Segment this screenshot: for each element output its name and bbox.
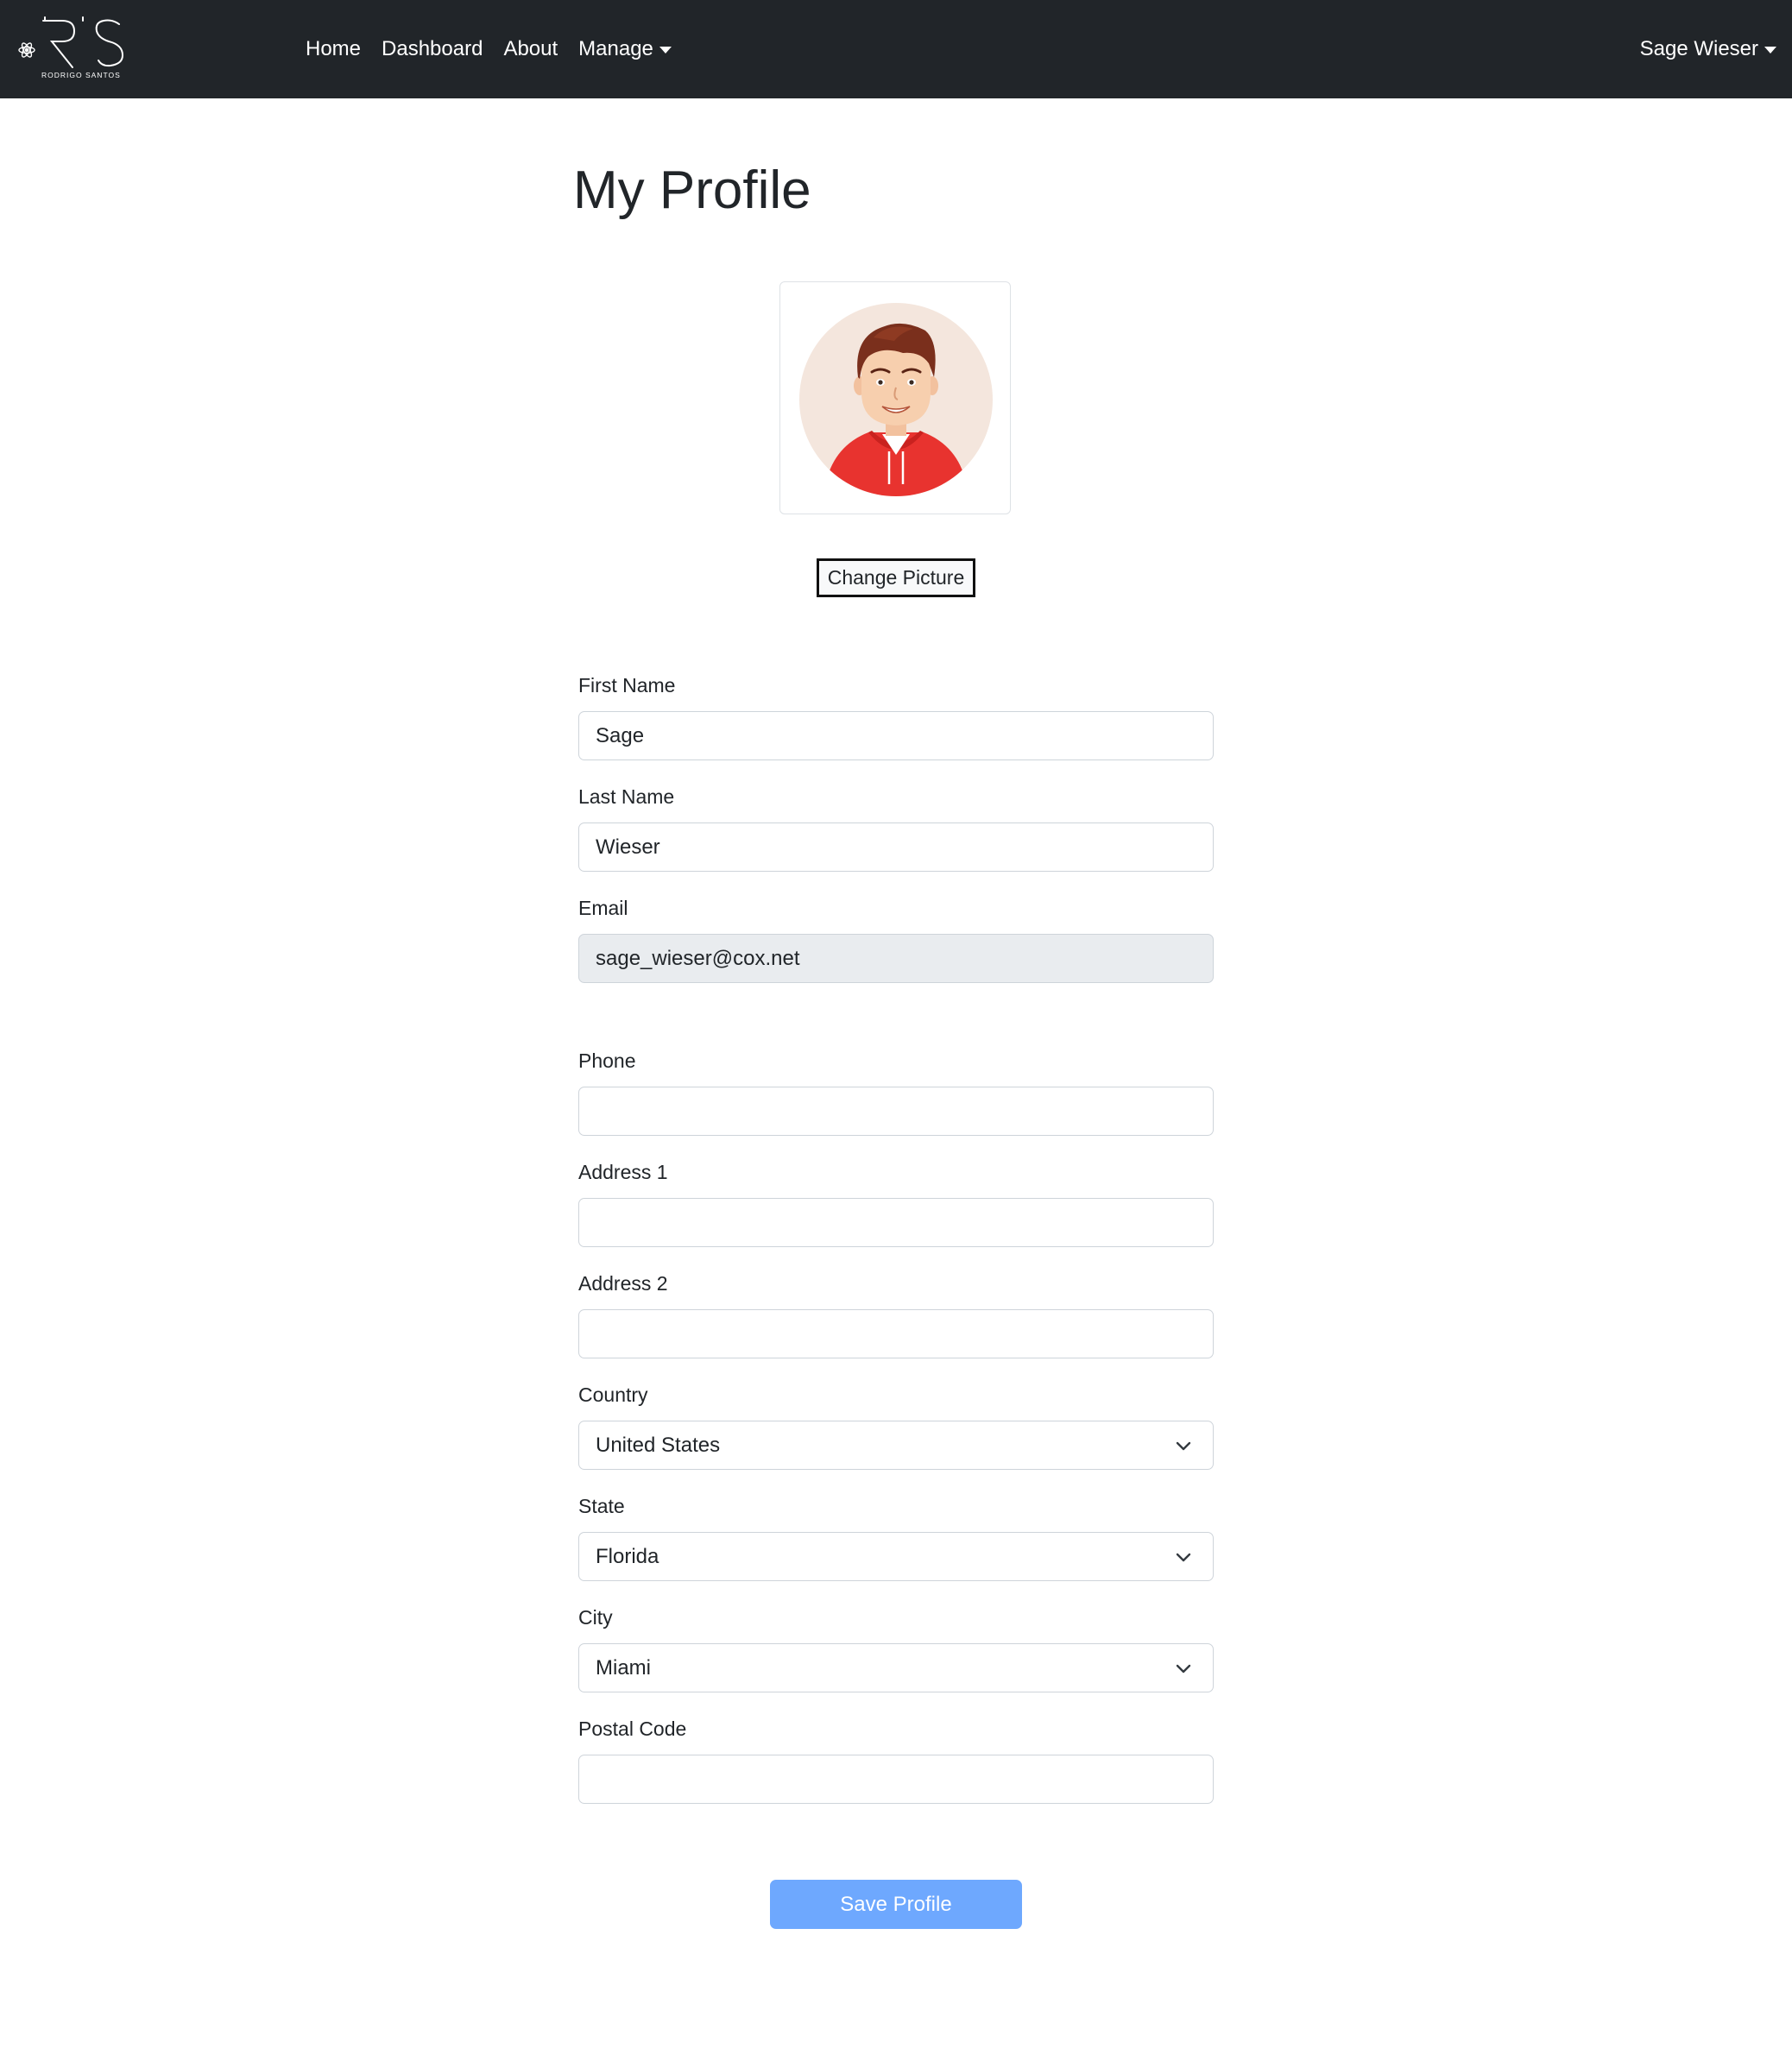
city-selected-value: Miami bbox=[596, 1655, 651, 1680]
last-name-label: Last Name bbox=[578, 785, 675, 808]
postal-code-field[interactable] bbox=[578, 1755, 1214, 1804]
brand-logo[interactable]: RODRIGO SANTOS bbox=[17, 16, 129, 83]
nav-link-dashboard[interactable]: Dashboard bbox=[382, 37, 483, 61]
top-navbar: RODRIGO SANTOS Home Dashboard About Mana… bbox=[0, 0, 1792, 98]
nav-link-about[interactable]: About bbox=[503, 37, 558, 61]
city-select[interactable]: Miami bbox=[578, 1643, 1214, 1692]
user-name: Sage Wieser bbox=[1639, 37, 1758, 60]
address2-field[interactable] bbox=[578, 1309, 1214, 1358]
first-name-label: First Name bbox=[578, 674, 676, 696]
email-label: Email bbox=[578, 897, 628, 919]
city-label: City bbox=[578, 1606, 613, 1629]
nav-links: Home Dashboard About Manage bbox=[306, 0, 692, 98]
country-label: Country bbox=[578, 1383, 648, 1406]
country-selected-value: United States bbox=[596, 1433, 721, 1457]
state-selected-value: Florida bbox=[596, 1544, 659, 1568]
change-picture-button[interactable]: Change Picture bbox=[817, 558, 975, 597]
chevron-down-icon bbox=[1176, 1664, 1191, 1673]
logo-icon bbox=[42, 16, 124, 68]
nav-link-manage[interactable]: Manage bbox=[578, 37, 672, 61]
phone-field[interactable] bbox=[578, 1087, 1214, 1136]
chevron-down-icon bbox=[1176, 1441, 1191, 1451]
caret-down-icon bbox=[659, 47, 672, 54]
caret-down-icon bbox=[1764, 47, 1776, 54]
address1-label: Address 1 bbox=[578, 1161, 668, 1183]
avatar-image bbox=[799, 303, 993, 496]
last-name-field[interactable] bbox=[578, 823, 1214, 872]
first-name-field[interactable] bbox=[578, 711, 1214, 760]
country-select[interactable]: United States bbox=[578, 1421, 1214, 1470]
brand-text: RODRIGO SANTOS bbox=[41, 71, 121, 79]
save-profile-button[interactable]: Save Profile bbox=[770, 1880, 1022, 1929]
postal-code-label: Postal Code bbox=[578, 1718, 687, 1740]
phone-label: Phone bbox=[578, 1049, 636, 1072]
state-select[interactable]: Florida bbox=[578, 1532, 1214, 1581]
address1-field[interactable] bbox=[578, 1198, 1214, 1247]
state-label: State bbox=[578, 1495, 625, 1517]
avatar-frame bbox=[779, 281, 1011, 514]
atom-icon bbox=[18, 42, 35, 58]
chevron-down-icon bbox=[1176, 1553, 1191, 1562]
address2-label: Address 2 bbox=[578, 1272, 668, 1295]
page-title: My Profile bbox=[573, 161, 811, 220]
nav-link-manage-label: Manage bbox=[578, 37, 653, 60]
user-menu[interactable]: Sage Wieser bbox=[1640, 0, 1776, 98]
email-field[interactable] bbox=[578, 934, 1214, 983]
nav-link-home[interactable]: Home bbox=[306, 37, 361, 61]
